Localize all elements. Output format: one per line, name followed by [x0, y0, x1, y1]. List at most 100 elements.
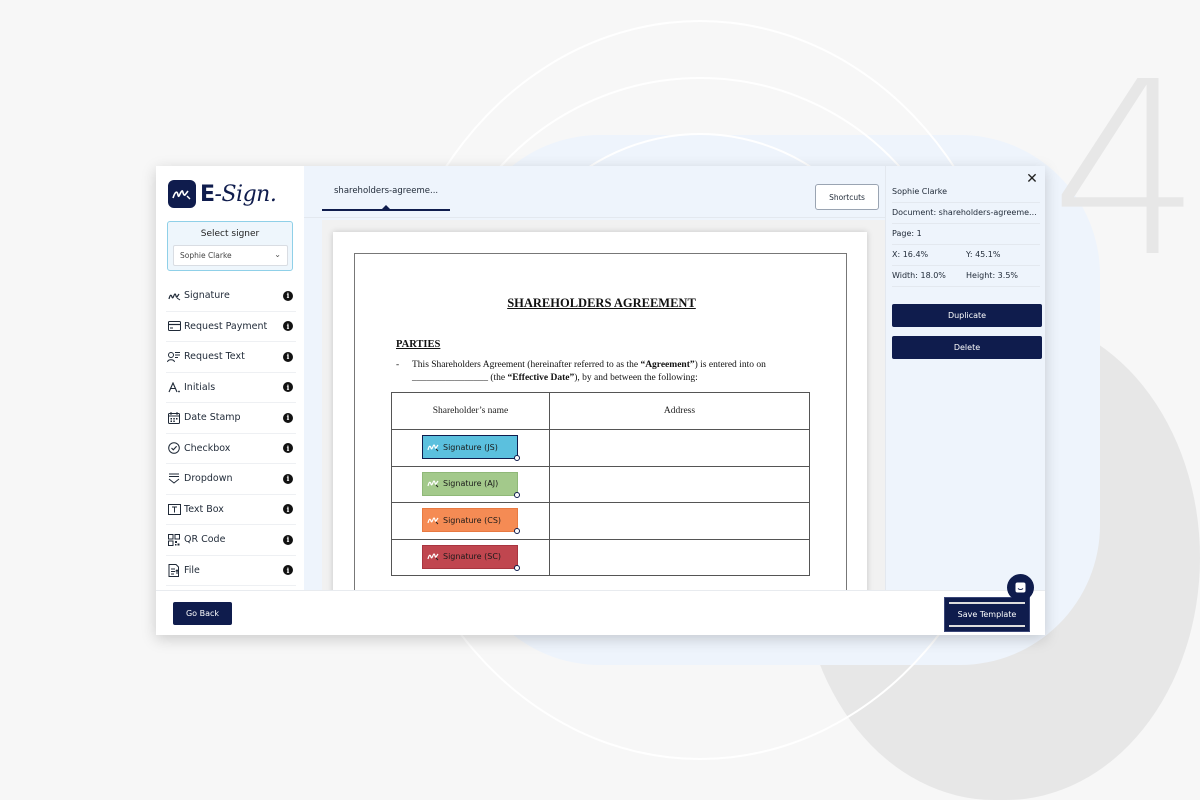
document-viewer[interactable]: SHAREHOLDERS AGREEMENT PARTIES - This Sh…: [322, 220, 885, 590]
info-icon[interactable]: i: [283, 504, 293, 515]
detail-position: X: 16.4% Y: 45.1%: [892, 245, 1040, 266]
document-area: shareholders-agreeme... Shortcuts SHAREH…: [304, 166, 885, 590]
user-text-icon: [167, 350, 181, 364]
table-header-row: Shareholder’s name Address: [391, 392, 810, 430]
signature-field-aj[interactable]: Signature (AJ): [422, 471, 520, 498]
tool-dropdown[interactable]: Dropdown i: [166, 464, 296, 495]
step-number: 4: [1050, 30, 1200, 310]
resize-handle[interactable]: [514, 455, 520, 461]
tool-label: Checkbox: [184, 442, 231, 454]
detail-y: Y: 45.1%: [966, 250, 1001, 259]
address-cell: [549, 465, 810, 504]
logo-text-prefix: E: [200, 181, 215, 207]
check-circle-icon: [167, 441, 181, 455]
bullet-dash: -: [396, 360, 400, 370]
table-row: Signature (SC): [391, 538, 810, 577]
tool-label: Signature: [184, 290, 230, 302]
section-heading: PARTIES: [396, 339, 441, 350]
tool-label: Dropdown: [184, 473, 233, 485]
tool-request-text[interactable]: Request Text i: [166, 342, 296, 373]
detail-x: X: 16.4%: [892, 250, 929, 259]
duplicate-button[interactable]: Duplicate: [892, 304, 1042, 327]
address-cell: [549, 429, 810, 467]
detail-size: Width: 18.0% Height: 3.5%: [892, 266, 1040, 287]
tool-checkbox[interactable]: Checkbox i: [166, 434, 296, 464]
info-icon[interactable]: i: [283, 412, 293, 423]
detail-height: Height: 3.5%: [966, 271, 1019, 280]
tool-label: Initials: [184, 381, 216, 393]
tool-label: Text Box: [184, 503, 224, 515]
field-tools-list: Signature i Request Payment i Request Te…: [166, 281, 296, 586]
logo-text-suffix: -Sign.: [214, 181, 277, 207]
signer-dropdown[interactable]: Sophie Clarke ⌄: [173, 245, 288, 266]
document-title: SHAREHOLDERS AGREEMENT: [507, 296, 696, 310]
signature-field-cs[interactable]: Signature (CS): [422, 508, 520, 535]
info-icon[interactable]: i: [283, 565, 293, 576]
para-text: This Shareholders Agreement (hereinafter…: [412, 360, 641, 370]
resize-handle[interactable]: [514, 528, 520, 535]
tab-label: shareholders-agreeme...: [334, 186, 439, 196]
delete-button[interactable]: Delete: [892, 336, 1042, 359]
info-icon[interactable]: i: [283, 443, 293, 454]
tool-label: File: [184, 564, 200, 576]
signer-label: Select signer: [200, 229, 260, 239]
initials-icon: [167, 380, 181, 394]
tool-text-box[interactable]: Text Box i: [166, 495, 296, 525]
info-icon[interactable]: i: [283, 290, 293, 301]
tool-file[interactable]: File i: [166, 556, 296, 586]
table-row: Signature (AJ): [391, 465, 810, 504]
document-page: SHAREHOLDERS AGREEMENT PARTIES - This Sh…: [333, 232, 867, 590]
detail-page: Page: 1: [892, 224, 1040, 245]
signature-field-js[interactable]: Signature (JS): [422, 435, 520, 461]
credit-card-icon: [167, 319, 181, 333]
parties-paragraph: - This Shareholders Agreement (hereinaft…: [396, 359, 816, 385]
qr-code-icon: [167, 533, 181, 547]
tool-qr-code[interactable]: QR Code i: [166, 525, 296, 556]
chat-icon: [1015, 578, 1026, 597]
tool-label: Date Stamp: [184, 412, 241, 424]
signature-icon: [427, 516, 440, 525]
tool-initials[interactable]: Initials i: [166, 373, 296, 403]
table-row: Signature (CS): [391, 502, 810, 540]
shortcuts-button[interactable]: Shortcuts: [815, 184, 879, 210]
chevron-down-icon: ⌄: [274, 250, 281, 259]
resize-handle[interactable]: [514, 491, 520, 498]
signer-selected-value: Sophie Clarke: [180, 251, 232, 260]
dropdown-icon: [167, 472, 181, 486]
text-box-icon: [167, 502, 181, 516]
info-icon[interactable]: i: [283, 534, 293, 545]
save-template-button[interactable]: Save Template: [944, 597, 1030, 632]
app-logo: E-Sign.: [168, 180, 277, 208]
tab-document[interactable]: shareholders-agreeme...: [322, 166, 450, 211]
tab-active-indicator: [322, 209, 450, 211]
tool-request-payment[interactable]: Request Payment i: [166, 312, 296, 342]
tab-caret-icon: [382, 205, 390, 209]
field-details-panel: ✕ Sophie Clarke Document: shareholders-a…: [885, 166, 1045, 590]
address-cell: [549, 502, 810, 540]
signature-field-sc[interactable]: Signature (SC): [422, 544, 520, 571]
tool-date-stamp[interactable]: Date Stamp i: [166, 403, 296, 434]
name-cell: Signature (AJ): [391, 465, 550, 504]
tool-signature[interactable]: Signature i: [166, 281, 296, 312]
file-icon: [167, 563, 181, 577]
info-icon[interactable]: i: [283, 382, 293, 393]
go-back-button[interactable]: Go Back: [173, 602, 232, 625]
tool-label: Request Text: [184, 351, 245, 363]
para-bold-agreement: “Agreement”: [640, 360, 695, 370]
signature-icon: [167, 289, 181, 303]
signature-field-label: Signature (SC): [443, 552, 502, 562]
sidebar: E-Sign. Select signer Sophie Clarke ⌄ Si…: [156, 166, 304, 590]
tool-label: QR Code: [184, 534, 226, 546]
header-shareholder-name: Shareholder’s name: [391, 392, 550, 430]
editor-window: E-Sign. Select signer Sophie Clarke ⌄ Si…: [156, 166, 1045, 635]
info-icon[interactable]: i: [283, 473, 293, 484]
field-details: Sophie Clarke Document: shareholders-agr…: [892, 182, 1040, 287]
detail-document: Document: shareholders-agreeme...: [892, 203, 1040, 224]
info-icon[interactable]: i: [283, 321, 293, 332]
chat-button[interactable]: [1007, 574, 1034, 601]
detail-width: Width: 18.0%: [892, 271, 946, 280]
resize-handle[interactable]: [514, 564, 520, 571]
logo-signature-icon: [168, 180, 196, 208]
shareholders-table: Shareholder’s name Address Signature (JS…: [391, 392, 810, 577]
info-icon[interactable]: i: [283, 351, 293, 362]
